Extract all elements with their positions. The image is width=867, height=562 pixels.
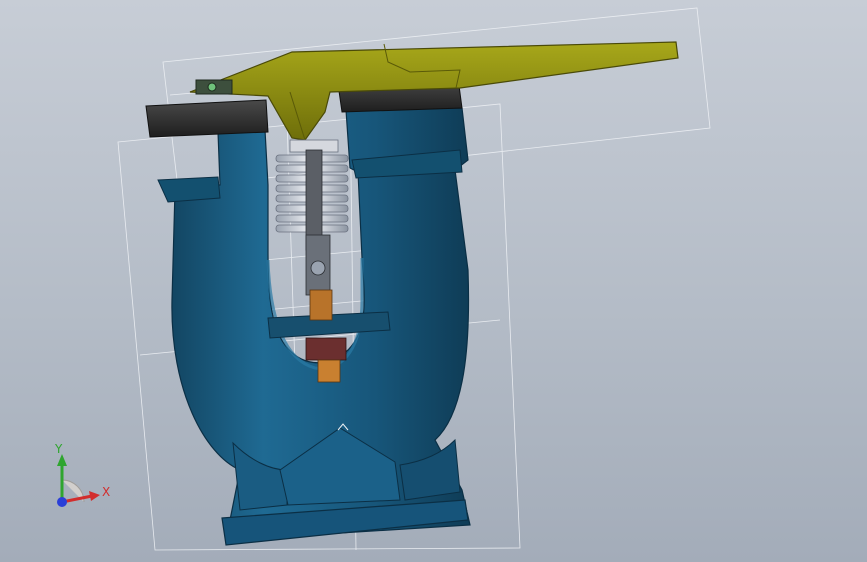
y-axis-label: Y bbox=[54, 442, 63, 456]
valve-stem[interactable] bbox=[305, 234, 347, 383]
cad-viewport[interactable] bbox=[0, 0, 867, 562]
x-axis-arrow bbox=[89, 491, 100, 501]
z-axis-dot bbox=[57, 497, 67, 507]
hinge-pin[interactable] bbox=[195, 79, 233, 95]
x-axis-label: X bbox=[102, 485, 110, 499]
axis-triad: Y X bbox=[54, 442, 110, 507]
spring-assembly[interactable] bbox=[275, 139, 349, 251]
